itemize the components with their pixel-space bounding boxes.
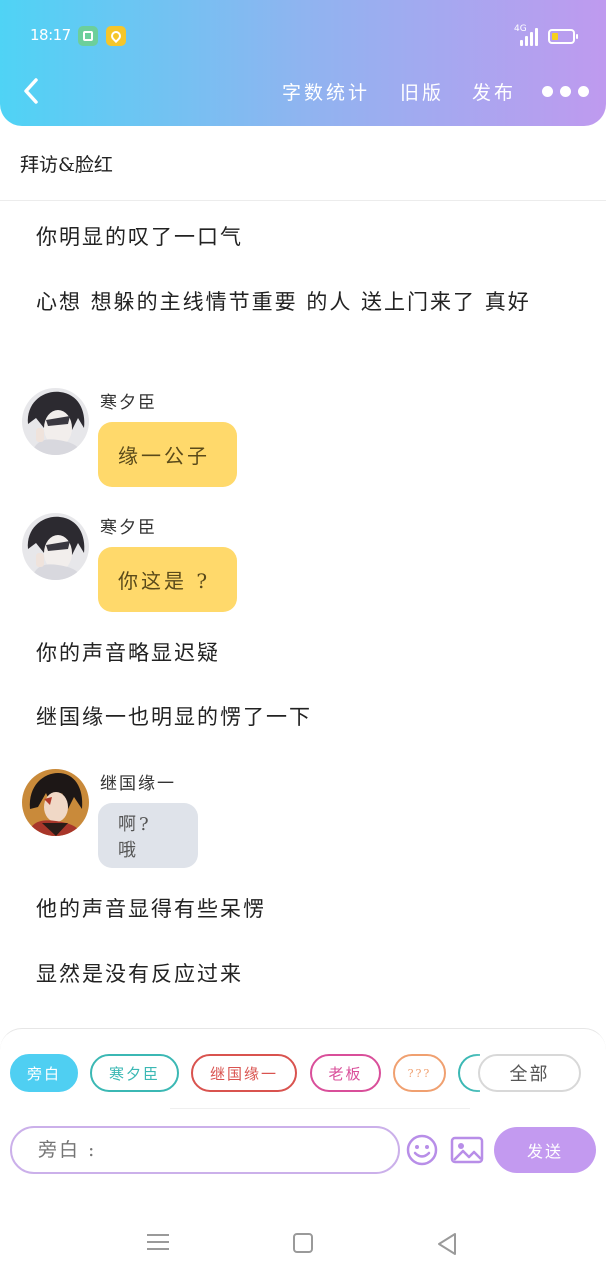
battery-icon bbox=[548, 29, 578, 44]
publish-button[interactable]: 发布 bbox=[472, 78, 516, 105]
system-nav-bar bbox=[0, 1180, 606, 1280]
narration-line[interactable]: 他的声音显得有些呆愣 bbox=[36, 892, 576, 927]
menu-icon[interactable] bbox=[147, 1232, 169, 1256]
narration-line[interactable]: 你的声音略显迟疑 bbox=[36, 636, 576, 671]
role-chip-yoriichi[interactable]: 继国缘一 bbox=[191, 1054, 297, 1092]
send-button[interactable]: 发送 bbox=[494, 1127, 596, 1173]
old-version-button[interactable]: 旧版 bbox=[400, 78, 444, 105]
all-roles-button[interactable]: 全部 bbox=[478, 1054, 581, 1092]
back-arrow-icon[interactable] bbox=[20, 76, 44, 106]
more-options-icon[interactable] bbox=[542, 86, 590, 98]
chapter-title[interactable]: 拜访&脸红 bbox=[20, 150, 113, 177]
narration-line[interactable]: 继国缘一也明显的愣了一下 bbox=[36, 700, 576, 735]
role-chip-boss[interactable]: 老板 bbox=[310, 1054, 381, 1092]
image-icon[interactable] bbox=[450, 1136, 484, 1164]
narration-line[interactable]: 心想 想躲的主线情节重要 的人 送上门来了 真好 bbox=[36, 285, 576, 320]
status-time: 18:17 bbox=[30, 26, 71, 44]
emoji-icon[interactable] bbox=[406, 1134, 438, 1166]
dialogue-bubble[interactable]: 啊? 哦 bbox=[98, 803, 198, 868]
message-input[interactable] bbox=[10, 1126, 400, 1174]
character-avatar-hanxichen[interactable] bbox=[22, 513, 89, 580]
character-avatar-hanxichen[interactable] bbox=[22, 388, 89, 455]
narration-line[interactable]: 显然是没有反应过来 bbox=[36, 957, 576, 992]
role-chip-unknown[interactable]: ??? bbox=[393, 1054, 446, 1092]
back-triangle-icon[interactable] bbox=[436, 1232, 458, 1260]
divider bbox=[170, 1108, 470, 1109]
home-icon[interactable] bbox=[292, 1232, 314, 1258]
status-bar: 18:17 4G bbox=[0, 0, 606, 70]
role-chip-hanxichen[interactable]: 寒夕臣 bbox=[90, 1054, 179, 1092]
character-name: 寒夕臣 bbox=[100, 518, 157, 538]
dialogue-bubble[interactable]: 你这是 ? bbox=[98, 547, 237, 612]
notification-app-icon-2 bbox=[106, 26, 126, 46]
character-name: 继国缘一 bbox=[100, 774, 176, 794]
top-header: 18:17 4G 字数统计 旧版 发布 bbox=[0, 0, 606, 126]
dialogue-bubble[interactable]: 缘一公子 bbox=[98, 422, 237, 487]
network-type: 4G bbox=[514, 24, 527, 34]
role-chip-narrator[interactable]: 旁白 bbox=[10, 1054, 78, 1092]
narration-line[interactable]: 你明显的叹了一口气 bbox=[36, 220, 576, 255]
word-count-button[interactable]: 字数统计 bbox=[282, 78, 370, 105]
character-name: 寒夕臣 bbox=[100, 393, 157, 413]
character-avatar-yoriichi[interactable] bbox=[22, 769, 89, 836]
signal-icon: 4G bbox=[514, 24, 538, 46]
divider bbox=[0, 200, 606, 201]
notification-app-icon bbox=[78, 26, 98, 46]
